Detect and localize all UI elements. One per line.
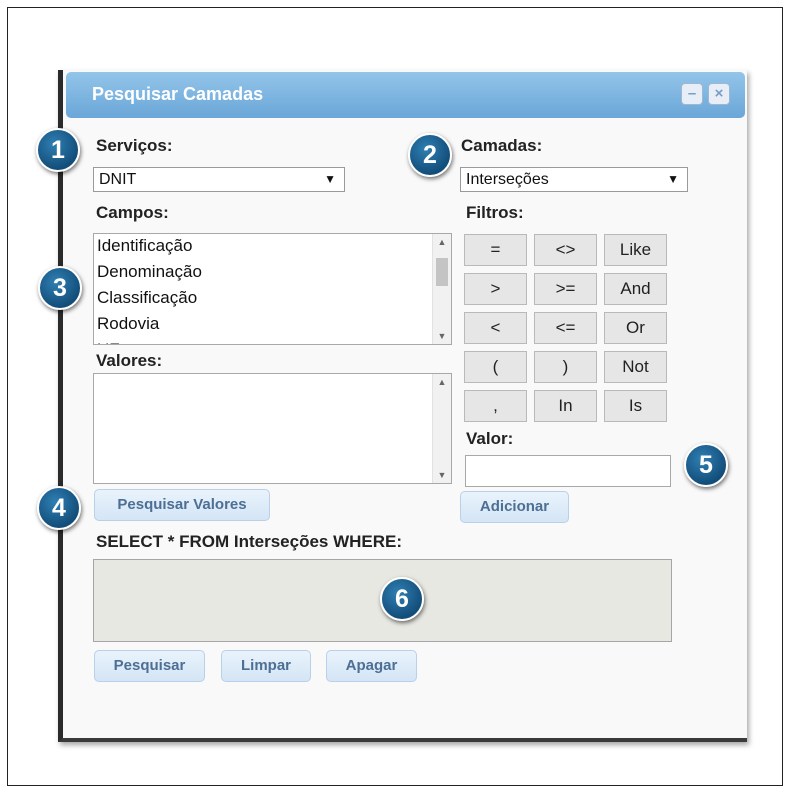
- campos-listbox[interactable]: Identificação Denominação Classificação …: [93, 233, 452, 345]
- filter-in-button[interactable]: In: [534, 390, 597, 422]
- dialog-title: Pesquisar Camadas: [92, 84, 264, 104]
- scroll-up-icon[interactable]: ▲: [433, 237, 451, 247]
- servicos-select[interactable]: DNIT ▼: [93, 167, 345, 192]
- pesquisar-valores-button[interactable]: Pesquisar Valores: [94, 489, 270, 521]
- step-badge-1: 1: [36, 128, 80, 172]
- filter-and-button[interactable]: And: [604, 273, 667, 305]
- close-icon[interactable]: ×: [708, 83, 730, 105]
- limpar-button[interactable]: Limpar: [221, 650, 311, 682]
- valores-scrollbar[interactable]: ▲ ▼: [432, 374, 451, 483]
- minimize-icon[interactable]: –: [681, 83, 703, 105]
- valores-listbox[interactable]: ▲ ▼: [93, 373, 452, 484]
- step-badge-3: 3: [38, 266, 82, 310]
- step-badge-2: 2: [408, 133, 452, 177]
- filter-is-button[interactable]: Is: [604, 390, 667, 422]
- campos-label: Campos:: [96, 203, 169, 222]
- filter-greater-button[interactable]: >: [464, 273, 527, 305]
- scroll-up-icon[interactable]: ▲: [433, 377, 451, 387]
- filter-less-equal-button[interactable]: <=: [534, 312, 597, 344]
- valores-label: Valores:: [96, 351, 163, 370]
- list-item[interactable]: UF: [94, 338, 451, 344]
- step-badge-5: 5: [684, 443, 728, 487]
- filter-greater-equal-button[interactable]: >=: [534, 273, 597, 305]
- filter-comma-button[interactable]: ,: [464, 390, 527, 422]
- filter-equals-button[interactable]: =: [464, 234, 527, 266]
- apagar-button[interactable]: Apagar: [326, 650, 417, 682]
- filter-not-equal-button[interactable]: <>: [534, 234, 597, 266]
- campos-scrollbar[interactable]: ▲ ▼: [432, 234, 451, 344]
- query-label: SELECT * FROM Interseções WHERE:: [96, 532, 403, 551]
- scroll-down-icon[interactable]: ▼: [433, 331, 451, 341]
- filter-not-button[interactable]: Not: [604, 351, 667, 383]
- scroll-down-icon[interactable]: ▼: [433, 470, 451, 480]
- chevron-down-icon: ▼: [667, 172, 679, 186]
- list-item[interactable]: Rodovia: [94, 312, 451, 338]
- list-item[interactable]: Classificação: [94, 286, 451, 312]
- scrollbar-thumb[interactable]: [436, 258, 448, 286]
- valor-input[interactable]: [465, 455, 671, 487]
- filter-like-button[interactable]: Like: [604, 234, 667, 266]
- camadas-label: Camadas:: [461, 136, 543, 155]
- servicos-label: Serviços:: [96, 136, 173, 155]
- list-item[interactable]: Denominação: [94, 260, 451, 286]
- step-badge-4: 4: [37, 486, 81, 530]
- filter-less-button[interactable]: <: [464, 312, 527, 344]
- valor-label: Valor:: [466, 429, 514, 448]
- pesquisar-button[interactable]: Pesquisar: [94, 650, 205, 682]
- chevron-down-icon: ▼: [324, 172, 336, 186]
- camadas-select-value: Interseções: [466, 171, 549, 188]
- filter-or-button[interactable]: Or: [604, 312, 667, 344]
- servicos-select-value: DNIT: [99, 171, 137, 188]
- filtros-label: Filtros:: [466, 203, 524, 222]
- step-badge-6: 6: [380, 577, 424, 621]
- filter-close-paren-button[interactable]: ): [534, 351, 597, 383]
- camadas-select[interactable]: Interseções ▼: [460, 167, 688, 192]
- adicionar-button[interactable]: Adicionar: [460, 491, 569, 523]
- list-item[interactable]: Identificação: [94, 234, 451, 260]
- filter-open-paren-button[interactable]: (: [464, 351, 527, 383]
